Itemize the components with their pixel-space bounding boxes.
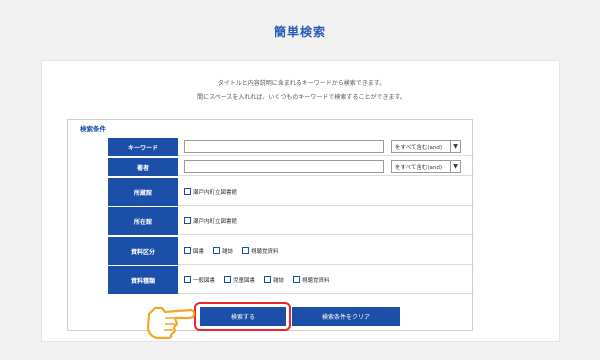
author-row: 著者 をすべて含む(and) ▼	[108, 158, 474, 176]
description-line-2: 間にスペースを入れれば、いくつものキーワードで検索することができます。	[197, 94, 406, 101]
material-kind-option[interactable]: 一般図書	[184, 276, 215, 284]
material-type-option-label: 図書	[193, 248, 205, 255]
material-type-option-label: 視聴覚資料	[251, 248, 279, 255]
material-type-row: 資料区分 図書 雑誌 視聴覚資料	[108, 237, 474, 265]
holding-label: 所蔵館	[108, 178, 178, 206]
holding-option[interactable]: 瀬戸内町立図書館	[184, 188, 237, 196]
material-type-checkbox[interactable]	[184, 247, 191, 254]
author-input[interactable]	[184, 160, 384, 173]
material-type-checkbox[interactable]	[242, 247, 250, 254]
description-line-1: タイトルと内容説明に含まれるキーワードから検索できます。	[217, 80, 386, 87]
location-label: 所在館	[108, 207, 178, 235]
material-kind-option-label: 一般図書	[193, 277, 216, 284]
location-checkbox[interactable]	[184, 217, 191, 224]
keyword-label: キーワード	[108, 138, 178, 156]
page-title: 簡単検索	[273, 25, 326, 39]
author-label: 著者	[108, 158, 178, 176]
chevron-down-icon: ▼	[450, 141, 460, 152]
location-row: 所在館 瀬戸内町立図書館	[108, 207, 474, 235]
material-kind-option-label: 児童図書	[233, 277, 256, 284]
material-type-option[interactable]: 図書	[184, 247, 204, 255]
holding-row: 所蔵館 瀬戸内町立図書館	[108, 178, 474, 206]
material-kind-option-label: 雑誌	[273, 277, 285, 284]
material-kind-checkbox[interactable]	[184, 276, 191, 283]
material-kind-checkbox[interactable]	[264, 276, 272, 283]
material-kind-option-label: 視聴覚資料	[302, 277, 330, 284]
material-kind-checkbox[interactable]	[293, 276, 301, 283]
keyword-row: キーワード をすべて含む(and) ▼	[108, 138, 474, 156]
author-match-value: をすべて含む(and)	[395, 164, 443, 171]
pointing-hand-icon	[146, 306, 196, 340]
keyword-match-value: をすべて含む(and)	[395, 144, 443, 151]
section-title: 検索条件	[80, 125, 106, 133]
author-match-select[interactable]: をすべて含む(and) ▼	[391, 160, 461, 173]
keyword-match-select[interactable]: をすべて含む(and) ▼	[391, 140, 461, 153]
material-type-option-label: 雑誌	[222, 248, 234, 255]
holding-checkbox[interactable]	[184, 188, 191, 195]
material-kind-option[interactable]: 視聴覚資料	[293, 276, 330, 284]
search-button-highlight	[194, 302, 291, 331]
chevron-down-icon: ▼	[450, 161, 460, 172]
material-kind-label: 資料種類	[108, 266, 178, 294]
material-kind-checkbox[interactable]	[224, 276, 232, 283]
material-type-checkbox[interactable]	[213, 247, 221, 254]
location-option[interactable]: 瀬戸内町立図書館	[184, 217, 237, 225]
material-type-label: 資料区分	[108, 237, 178, 265]
material-kind-row: 資料種類 一般図書 児童図書 雑誌 視聴覚資料	[108, 266, 474, 294]
holding-option-label: 瀬戸内町立図書館	[193, 189, 238, 196]
material-kind-option[interactable]: 児童図書	[224, 276, 255, 284]
location-option-label: 瀬戸内町立図書館	[193, 218, 238, 225]
material-kind-option[interactable]: 雑誌	[264, 276, 284, 284]
material-type-option[interactable]: 雑誌	[213, 247, 233, 255]
clear-conditions-button[interactable]: 検索条件をクリア	[292, 307, 400, 326]
material-type-option[interactable]: 視聴覚資料	[242, 247, 279, 255]
keyword-input[interactable]	[184, 140, 384, 153]
